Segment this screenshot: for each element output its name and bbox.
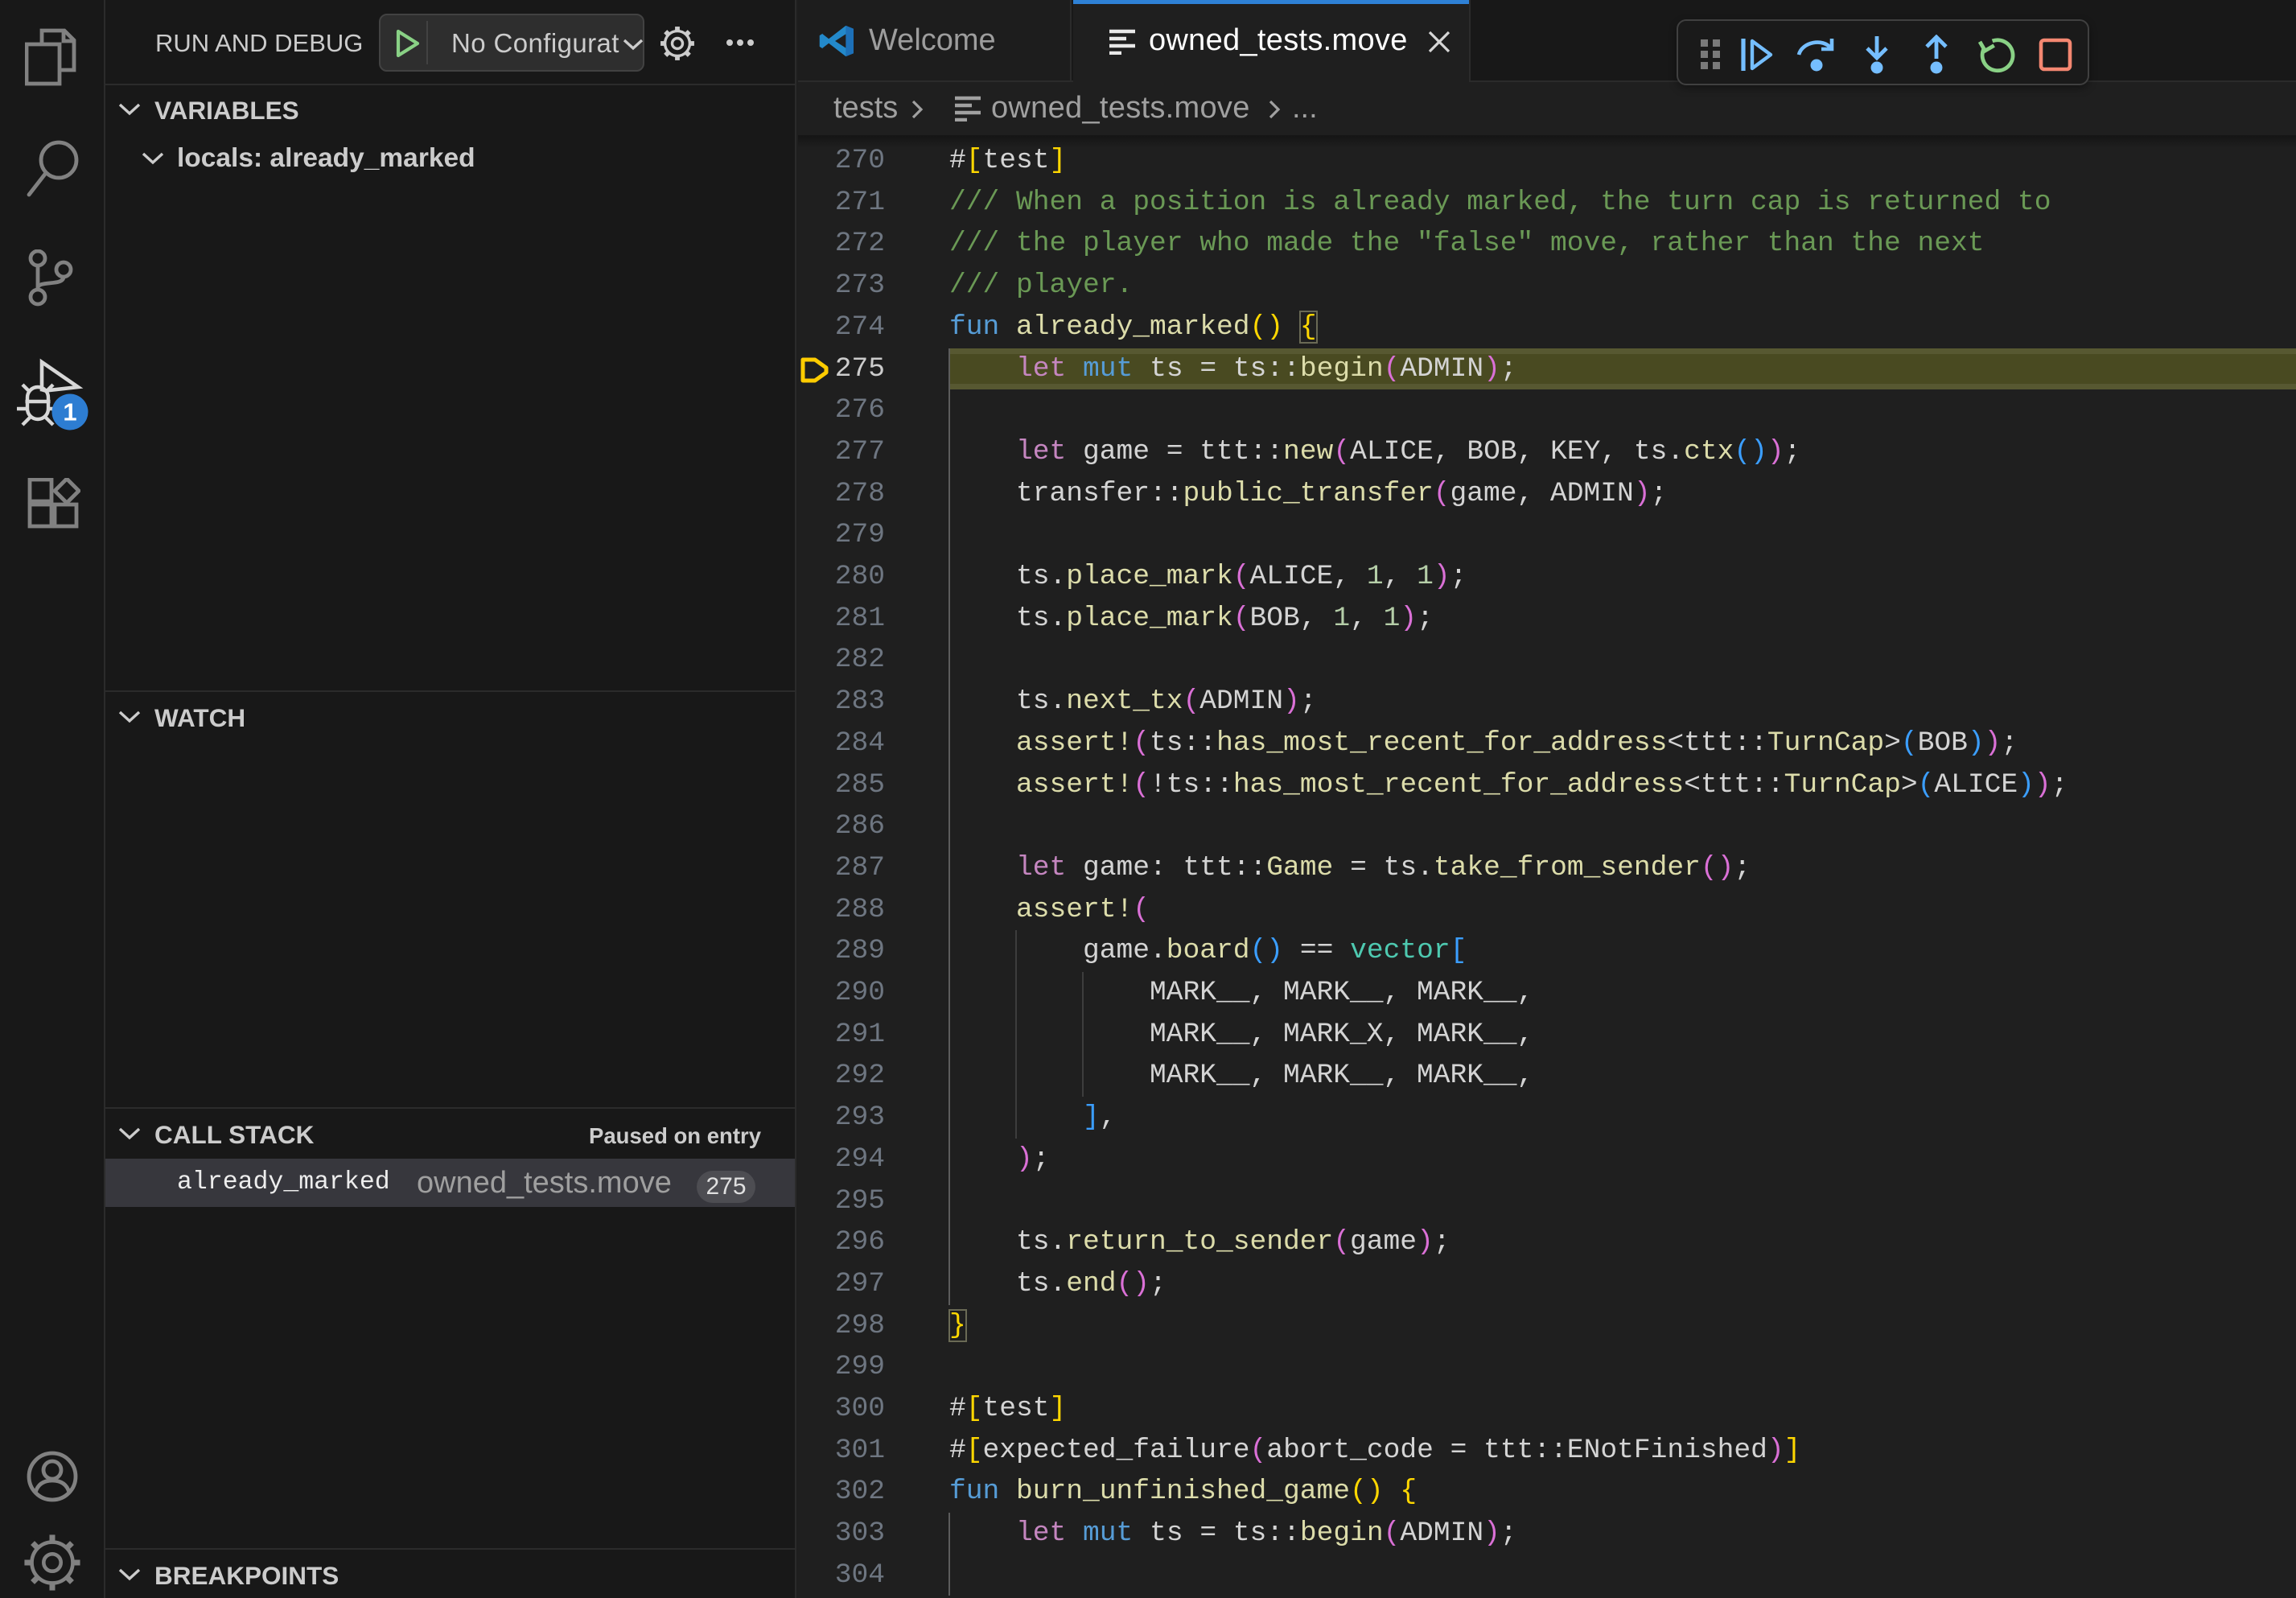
svg-text:1: 1 [63,398,76,426]
